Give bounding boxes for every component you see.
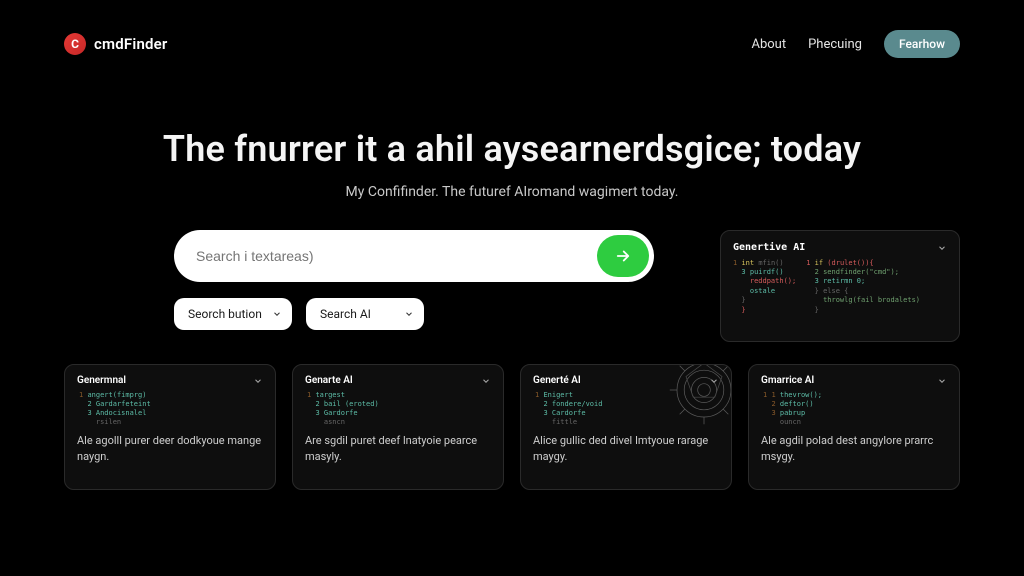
card-title: Genarte AI (305, 375, 353, 386)
feature-card[interactable]: Generté AI 1 Enigert 2 fondere/void 3 Ca… (520, 364, 732, 490)
logo-mark-icon: C (64, 33, 86, 55)
panel-code: 1 int mfin() 3 puirdf() reddpath(); osta… (733, 259, 947, 316)
chevron-down-icon[interactable] (253, 376, 263, 386)
arrow-right-icon (614, 247, 632, 265)
nav: About Phecuing Fearhow (751, 30, 960, 58)
card-title: Generté AI (533, 375, 581, 386)
cards-row: Genermnal 1 angert(fimprg) 2 Gardarfetei… (0, 342, 1024, 490)
nav-about[interactable]: About (751, 37, 786, 52)
logo[interactable]: C cmdFinder (64, 33, 168, 55)
filter-search-ai[interactable]: Search AI (306, 298, 424, 330)
gear-decoration-icon (659, 364, 732, 435)
panel-title: Genertive AI (733, 241, 805, 255)
header: C cmdFinder About Phecuing Fearhow (0, 0, 1024, 58)
hero: The fnurrer it a ahil aysearnerdsgice; t… (0, 58, 1024, 200)
hero-subtitle: My Confifinder. The futuref AIromand wag… (0, 184, 1024, 200)
search-bar (174, 230, 654, 282)
mid-row: Seorch bution Search AI Genertive AI 1 i… (0, 200, 1024, 342)
chevron-down-icon (272, 309, 282, 319)
search-column: Seorch bution Search AI (174, 230, 654, 330)
feature-card[interactable]: Genarte AI 1 targest 2 bail (eroted) 3 G… (292, 364, 504, 490)
card-title: Genermnal (77, 375, 126, 386)
nav-cta-button[interactable]: Fearhow (884, 30, 960, 58)
card-code-snippet: 1 1 thevrow(); 2 deftor() 3 pabrup ouncn (761, 391, 947, 427)
filter-label: Seorch bution (188, 307, 262, 321)
logo-text: cmdFinder (94, 35, 168, 53)
feature-card[interactable]: Genermnal 1 angert(fimprg) 2 Gardarfetei… (64, 364, 276, 490)
card-description: Are sgdil puret deef lnatyoie pearce mas… (305, 433, 491, 465)
card-code-snippet: 1 targest 2 bail (eroted) 3 Gardorfe asn… (305, 391, 491, 427)
chevron-down-icon (404, 309, 414, 319)
card-description: Alice gullic ded divel Imtyoue rarage ma… (533, 433, 719, 465)
filter-row: Seorch bution Search AI (174, 298, 654, 330)
card-description: Ale agolll purer deer dodkyoue mange nay… (77, 433, 263, 465)
card-code-snippet: 1 angert(fimprg) 2 Gardarfeteint 3 Andoc… (77, 391, 263, 427)
chevron-down-icon[interactable] (937, 376, 947, 386)
side-code-panel: Genertive AI 1 int mfin() 3 puirdf() red… (720, 230, 960, 342)
card-description: Ale agdil polad dest angylore prarrc msy… (761, 433, 947, 465)
chevron-down-icon[interactable] (481, 376, 491, 386)
nav-pricing[interactable]: Phecuing (808, 37, 862, 52)
filter-search-button[interactable]: Seorch bution (174, 298, 292, 330)
card-title: Gmarrice AI (761, 375, 814, 386)
search-submit-button[interactable] (597, 235, 649, 277)
chevron-down-icon[interactable] (937, 243, 947, 253)
feature-card[interactable]: Gmarrice AI 1 1 thevrow(); 2 deftor() 3 … (748, 364, 960, 490)
hero-title: The fnurrer it a ahil aysearnerdsgice; t… (0, 128, 1024, 170)
search-input[interactable] (174, 248, 597, 264)
filter-label: Search AI (320, 307, 371, 321)
panel-head: Genertive AI (733, 241, 947, 255)
